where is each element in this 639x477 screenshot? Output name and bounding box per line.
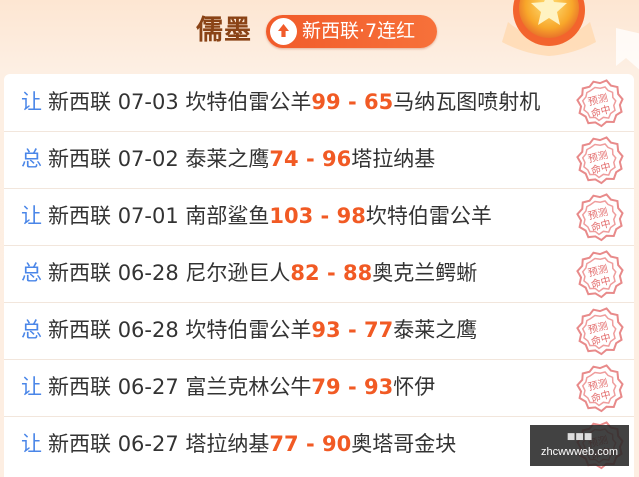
away-team: 泰莱之鹰 (393, 318, 478, 342)
away-team: 奥克兰鳄蜥 (372, 261, 478, 285)
match-date: 07-02 (117, 147, 179, 171)
home-team: 坎特伯雷公羊 (185, 90, 312, 114)
league-name: 新西联 (48, 432, 111, 456)
home-score: 82 (290, 261, 320, 285)
match-line: 让新西联 07-01 南部鲨鱼103 - 98坎特伯雷公羊 (21, 188, 492, 245)
list-item[interactable]: 总新西联 07-02 泰莱之鹰74 - 96塔拉纳基 预测 命中 (4, 131, 634, 189)
prediction-hit-stamp-icon: 预测命中 (572, 362, 626, 416)
bet-type: 让 (21, 432, 42, 456)
home-score: 99 (311, 90, 341, 114)
score-separator: - (340, 90, 364, 114)
bet-type: 让 (21, 90, 42, 114)
bet-type: 让 (21, 375, 42, 399)
expert-header: 儒墨 新西联·7连红 (0, 0, 639, 70)
home-score: 103 (269, 204, 314, 228)
away-score: 65 (363, 90, 394, 114)
away-team: 怀伊 (393, 375, 436, 399)
match-line: 总新西联 06-28 尼尔逊巨人82 - 88奥克兰鳄蜥 (21, 245, 477, 302)
match-date: 06-28 (117, 261, 179, 285)
match-date: 07-03 (117, 90, 179, 114)
match-line: 总新西联 06-28 坎特伯雷公羊93 - 77泰莱之鹰 (21, 302, 477, 359)
list-item[interactable]: 让新西联 06-27 富兰克林公牛79 - 93怀伊 预测 命中 (4, 359, 634, 417)
bet-type: 总 (21, 261, 42, 285)
prediction-hit-stamp-icon: 预测命中 (572, 305, 626, 359)
prediction-hit-stamp-icon: 预测命中 (572, 191, 626, 245)
match-line: 总新西联 07-02 泰莱之鹰74 - 96塔拉纳基 (21, 131, 435, 188)
home-score: 77 (269, 432, 299, 456)
home-team: 南部鲨鱼 (185, 204, 270, 228)
home-score: 93 (311, 318, 341, 342)
score-separator: - (298, 432, 322, 456)
list-item[interactable]: 让新西联 07-03 坎特伯雷公羊99 - 65马纳瓦图喷射机 预测 命中 (4, 74, 634, 132)
up-arrow-icon (270, 18, 297, 45)
away-score: 88 (342, 261, 373, 285)
league-name: 新西联 (48, 318, 111, 342)
home-team: 富兰克林公牛 (185, 375, 312, 399)
prediction-hit-stamp-icon: 预测命中 (572, 134, 626, 188)
away-score: 77 (363, 318, 394, 342)
prediction-hit-stamp-icon: 预测命中 (572, 77, 626, 131)
list-item[interactable]: 总新西联 06-28 坎特伯雷公羊93 - 77泰莱之鹰 预测 命中 (4, 302, 634, 360)
away-team: 奥塔哥金块 (351, 432, 457, 456)
away-score: 98 (336, 204, 366, 228)
bet-type: 总 (21, 318, 42, 342)
ribbon-icon (612, 28, 639, 72)
list-item[interactable]: 让新西联 07-01 南部鲨鱼103 - 98坎特伯雷公羊 预测 命中 (4, 188, 634, 246)
page: 儒墨 新西联·7连红 让 新西联 07-03 坎特伯雷公羊99 - 65马纳瓦图… (0, 0, 639, 477)
home-team: 泰莱之鹰 (185, 147, 270, 171)
prediction-list: 让新西联 07-03 坎特伯雷公羊99 - 65马纳瓦图喷射机 预测 命中总新西联 … (4, 74, 634, 477)
bet-type: 总 (21, 147, 42, 171)
watermark-url: zhcwwweb.com (540, 446, 619, 458)
watermark: ■■■ zhcwwweb.com (530, 425, 629, 466)
score-separator: - (298, 147, 322, 171)
score-separator: - (319, 261, 343, 285)
home-team: 坎特伯雷公羊 (185, 318, 312, 342)
home-score: 74 (269, 147, 299, 171)
away-team: 坎特伯雷公羊 (365, 204, 492, 228)
home-team: 塔拉纳基 (185, 432, 270, 456)
match-line: 让新西联 07-03 坎特伯雷公羊99 - 65马纳瓦图喷射机 (21, 74, 540, 131)
score-separator: - (313, 204, 337, 228)
list-item[interactable]: 总新西联 06-28 尼尔逊巨人82 - 88奥克兰鳄蜥 预测 命中 (4, 245, 634, 303)
home-score: 79 (311, 375, 341, 399)
match-line: 让新西联 06-27 富兰克林公牛79 - 93怀伊 (21, 359, 435, 416)
match-date: 06-27 (117, 375, 179, 399)
league-name: 新西联 (48, 375, 111, 399)
away-team: 塔拉纳基 (351, 147, 436, 171)
streak-text: 新西联·7连红 (302, 20, 416, 42)
league-name: 新西联 (48, 204, 111, 228)
score-separator: - (340, 318, 364, 342)
away-score: 93 (363, 375, 394, 399)
away-score: 96 (321, 147, 352, 171)
watermark-top: ■■■ (566, 432, 593, 442)
match-line: 让新西联 06-27 塔拉纳基77 - 90奥塔哥金块 (21, 416, 456, 473)
match-date: 07-01 (117, 204, 179, 228)
match-date: 06-28 (117, 318, 179, 342)
away-team: 马纳瓦图喷射机 (393, 90, 541, 114)
away-score: 90 (321, 432, 352, 456)
league-name: 新西联 (48, 147, 111, 171)
streak-badge[interactable]: 新西联·7连红 (266, 15, 437, 48)
star-medal-icon (494, 0, 604, 62)
expert-name[interactable]: 儒墨 (196, 13, 252, 49)
prediction-hit-stamp-icon: 预测命中 (572, 248, 626, 302)
league-name: 新西联 (48, 90, 111, 114)
score-separator: - (340, 375, 364, 399)
match-date: 06-27 (117, 432, 179, 456)
bet-type: 让 (21, 204, 42, 228)
home-team: 尼尔逊巨人 (185, 261, 291, 285)
league-name: 新西联 (48, 261, 111, 285)
